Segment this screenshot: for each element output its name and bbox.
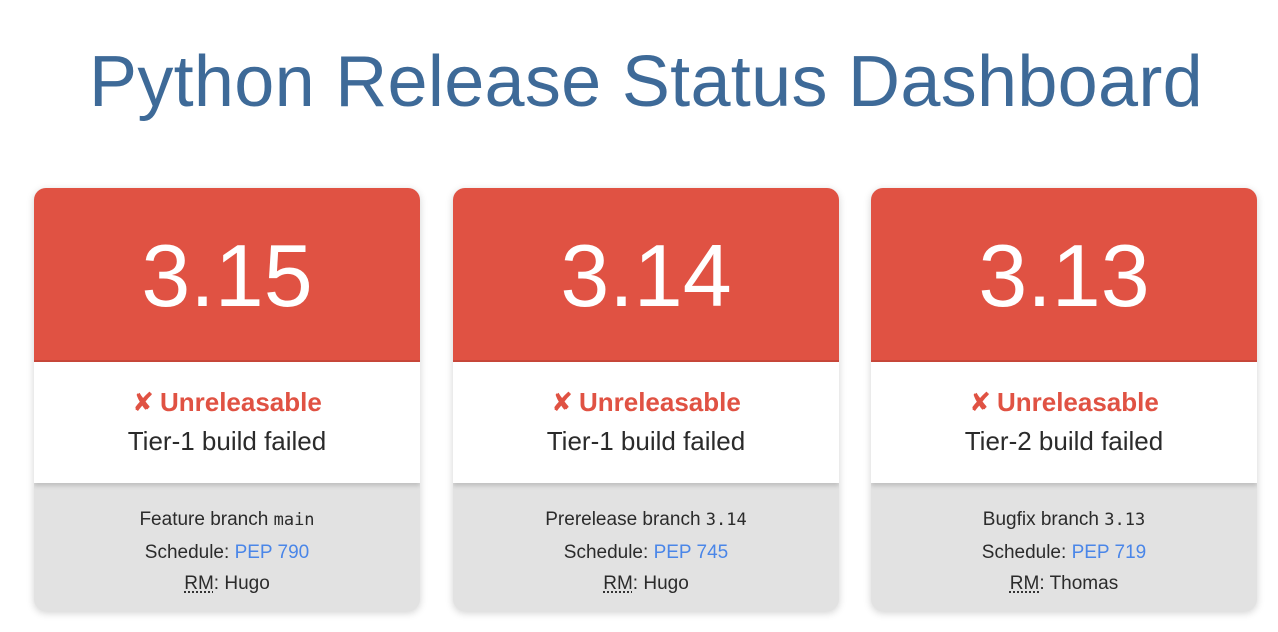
rm-name: Hugo	[224, 573, 270, 594]
rm-line: RM: Thomas	[1009, 573, 1119, 594]
pep-link[interactable]: PEP 719	[1072, 542, 1147, 563]
branch-name: main	[273, 510, 315, 530]
branch-line: Prerelease branch 3.14	[453, 504, 839, 537]
branch-prefix: Bugfix branch	[982, 509, 1099, 530]
schedule-line: Schedule: PEP 745	[453, 537, 839, 569]
branch-name: 3.13	[1104, 510, 1146, 530]
version-number: 3.13	[978, 226, 1150, 325]
rm-name: Thomas	[1049, 573, 1119, 594]
schedule-line: Schedule: PEP 790	[34, 537, 420, 569]
cross-icon: ✘	[132, 387, 154, 417]
release-card-3-14: 3.14 ✘ Unreleasable Tier-1 build failed P…	[453, 188, 839, 611]
card-header: 3.14	[453, 188, 839, 362]
branch-name: 3.14	[705, 510, 747, 530]
cross-icon: ✘	[969, 387, 991, 417]
card-info: Prerelease branch 3.14 Schedule: PEP 745…	[453, 483, 839, 600]
branch-prefix: Feature branch	[139, 509, 269, 530]
schedule-label: Schedule:	[144, 541, 230, 563]
status-detail: Tier-1 build failed	[127, 426, 327, 456]
status-label: Unreleasable	[578, 387, 741, 417]
branch-prefix: Prerelease branch	[545, 509, 701, 530]
status-label: Unreleasable	[996, 387, 1159, 417]
rm-abbreviation: RM	[184, 573, 214, 594]
page-title: Python Release Status Dashboard	[89, 42, 1203, 122]
status-badge: ✘ Unreleasable	[871, 386, 1257, 418]
branch-line: Feature branch main	[34, 504, 420, 537]
card-status: ✘ Unreleasable Tier-2 build failed	[871, 362, 1257, 483]
schedule-label: Schedule:	[981, 541, 1067, 563]
rm-name: Hugo	[643, 573, 689, 594]
card-header: 3.13	[871, 188, 1257, 362]
pep-link[interactable]: PEP 790	[235, 542, 310, 563]
status-detail: Tier-1 build failed	[546, 426, 746, 456]
card-status: ✘ Unreleasable Tier-1 build failed	[34, 362, 420, 483]
status-badge: ✘ Unreleasable	[34, 386, 420, 418]
release-card-3-13: 3.13 ✘ Unreleasable Tier-2 build failed B…	[871, 188, 1257, 611]
version-number: 3.14	[560, 226, 732, 325]
release-card-3-15: 3.15 ✘ Unreleasable Tier-1 build failed F…	[34, 188, 420, 611]
rm-abbreviation: RM	[603, 573, 633, 594]
rm-line: RM: Hugo	[603, 573, 689, 594]
card-info: Bugfix branch 3.13 Schedule: PEP 719 RM:…	[871, 483, 1257, 600]
card-status: ✘ Unreleasable Tier-1 build failed	[453, 362, 839, 483]
status-badge: ✘ Unreleasable	[453, 386, 839, 418]
rm-line: RM: Hugo	[184, 573, 270, 594]
version-number: 3.15	[141, 226, 313, 325]
pep-link[interactable]: PEP 745	[654, 542, 729, 563]
card-info: Feature branch main Schedule: PEP 790 RM…	[34, 483, 420, 600]
schedule-label: Schedule:	[563, 541, 649, 563]
cross-icon: ✘	[551, 387, 573, 417]
status-label: Unreleasable	[159, 387, 322, 417]
branch-line: Bugfix branch 3.13	[871, 504, 1257, 537]
card-header: 3.15	[34, 188, 420, 362]
status-detail: Tier-2 build failed	[964, 426, 1164, 456]
schedule-line: Schedule: PEP 719	[871, 537, 1257, 569]
rm-abbreviation: RM	[1009, 573, 1040, 594]
